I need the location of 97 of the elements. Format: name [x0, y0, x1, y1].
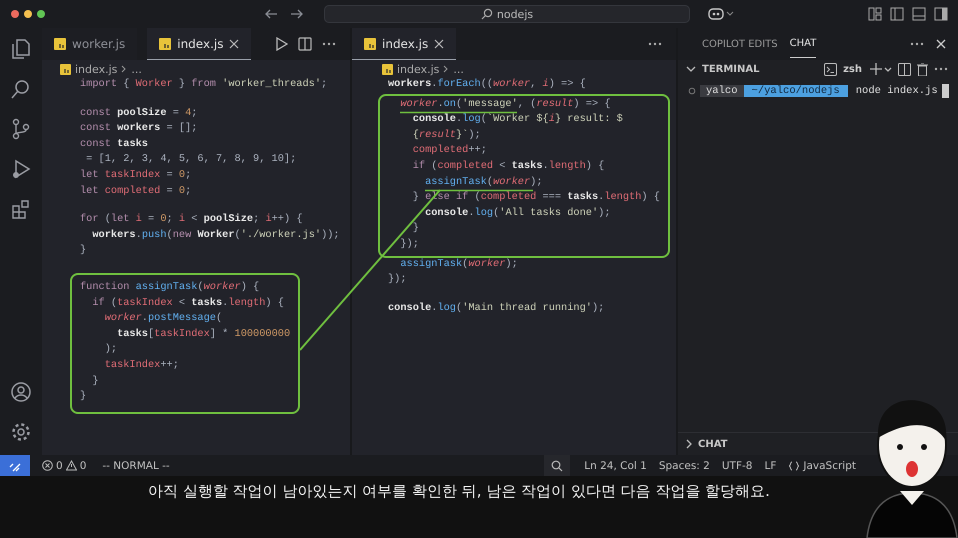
close-icon[interactable] — [229, 38, 240, 48]
error-icon — [42, 460, 53, 471]
problems-status[interactable]: 0 0 — [42, 460, 86, 472]
javascript-file-icon — [382, 64, 393, 74]
chevron-icon — [443, 65, 450, 73]
panel-tab[interactable]: COPILOT EDITS — [702, 30, 778, 58]
section-title[interactable]: TERMINAL — [702, 64, 760, 74]
code-line: {result}`); — [412, 128, 481, 142]
status-item[interactable]: UTF-8 — [722, 460, 752, 472]
code-line: console.log('Main thread running'); — [388, 302, 604, 315]
close-icon[interactable] — [434, 38, 444, 48]
code-line: worker.postMessage( — [104, 312, 222, 326]
settings-icon[interactable] — [10, 421, 32, 443]
section-title[interactable]: CHAT — [698, 438, 728, 450]
editor-tab[interactable]: index.js — [352, 28, 456, 60]
code-line: completed++; — [412, 144, 487, 158]
code-line: if (taskIndex < tasks.length) { — [91, 296, 284, 310]
code-line: workers.push(new Worker('./worker.js')); — [91, 228, 340, 242]
code-line: taskIndex++; — [104, 358, 179, 372]
subtitle: 아직 실행할 작업이 남아있는지 여부를 확인한 뒤, 남은 작업이 있다면 다음 작업을 할당해요. — [148, 482, 770, 502]
warning-icon — [66, 460, 77, 471]
status-item[interactable]: LF — [764, 460, 776, 472]
code-line: } — [80, 244, 86, 258]
search-icon — [480, 8, 493, 20]
customize-layout-icon[interactable] — [868, 7, 882, 21]
javascript-file-icon — [159, 38, 172, 50]
breadcrumb-file[interactable]: index.js — [397, 62, 440, 76]
zoom-button[interactable] — [544, 455, 570, 476]
split-editor-icon[interactable] — [298, 37, 312, 51]
chevron-icon — [121, 65, 128, 73]
remote-button[interactable] — [0, 455, 30, 476]
code-line: }); — [399, 238, 419, 251]
code-line: let taskIndex = 0; — [80, 168, 192, 182]
code-line: assignTask(worker); — [399, 258, 518, 271]
terminal-command: node index.js — [856, 85, 938, 97]
magnifier-icon — [551, 460, 564, 472]
more-icon[interactable] — [648, 42, 662, 46]
search-field[interactable]: nodejs — [324, 5, 690, 23]
run-debug-icon[interactable] — [10, 158, 32, 180]
language-mode[interactable]: JavaScript — [788, 460, 856, 472]
code-line: } — [91, 374, 99, 388]
secondary-sidebar-icon[interactable] — [934, 7, 948, 21]
javascript-file-icon — [54, 38, 66, 50]
panel-toggle-icon[interactable] — [912, 7, 926, 21]
code-line: import { Worker } from 'worker_threads'; — [80, 78, 328, 91]
status-item[interactable]: Spaces: 2 — [658, 460, 710, 472]
back-arrow-icon[interactable] — [264, 8, 278, 20]
code-line: const tasks — [80, 138, 148, 151]
code-line: console.log('All tasks done'); — [424, 206, 610, 220]
status-item[interactable]: Ln 24, Col 1 — [584, 460, 647, 472]
code-line: assignTask(worker); — [424, 176, 542, 189]
javascript-file-icon — [60, 64, 71, 74]
more-icon[interactable] — [910, 42, 924, 46]
files-icon[interactable] — [10, 38, 32, 60]
panel-tab[interactable]: CHAT — [790, 30, 816, 58]
terminal-icon — [824, 62, 838, 76]
run-icon[interactable] — [274, 37, 288, 51]
shell-name[interactable]: zsh — [843, 64, 862, 74]
code-line: if (completed < tasks.length) { — [412, 160, 604, 173]
close-icon[interactable] — [936, 39, 946, 49]
braces-icon — [788, 460, 800, 470]
chevron-icon[interactable] — [686, 65, 696, 73]
prompt-user: yalco — [700, 85, 744, 97]
breadcrumb-item[interactable]: ... — [453, 62, 464, 76]
code-line: = [1, 2, 3, 4, 5, 6, 7, 8, 9, 10]; — [85, 153, 296, 166]
editor-tab[interactable]: index.js — [147, 28, 252, 60]
text-cursor — [942, 84, 949, 98]
code-line: ); — [104, 343, 118, 356]
code-line: }); — [388, 273, 407, 286]
split-terminal-icon[interactable] — [898, 62, 911, 76]
javascript-file-icon — [364, 38, 376, 50]
code-line: function assignTask(worker) { — [80, 280, 260, 294]
code-line: console.log(`Worker ${i} result: $ — [412, 113, 623, 126]
code-line: const workers = []; — [80, 122, 198, 136]
breadcrumb-item[interactable]: ... — [131, 62, 142, 76]
code-line: let completed = 0; — [80, 184, 192, 198]
code-line: for (let i = 0; i < poolSize; i++) { — [80, 213, 303, 226]
code-line: worker.on('message', (result) => { — [399, 98, 610, 111]
sidebar-toggle-icon[interactable] — [890, 7, 904, 21]
code-line: const poolSize = 4; — [80, 106, 198, 120]
more-icon[interactable] — [934, 67, 948, 71]
code-line: } — [412, 222, 419, 236]
code-line: } — [80, 390, 86, 404]
code-line: workers.forEach((worker, i) => { — [388, 78, 586, 91]
forward-arrow-icon[interactable] — [290, 8, 304, 20]
add-terminal-icon[interactable] — [870, 63, 892, 75]
copilot-icon[interactable] — [708, 7, 734, 21]
prompt-path: ~/yalco/nodejs — [744, 85, 848, 97]
vim-mode: -- NORMAL -- — [102, 460, 170, 472]
source-control-icon[interactable] — [10, 118, 32, 140]
breadcrumb-file[interactable]: index.js — [75, 62, 118, 76]
trash-icon[interactable] — [917, 62, 928, 76]
account-icon[interactable] — [10, 381, 32, 403]
prompt-circle-icon — [688, 87, 696, 95]
code-line: tasks[taskIndex] * 100000000 — [116, 328, 290, 341]
chevron-icon[interactable] — [684, 439, 694, 449]
more-icon[interactable] — [322, 42, 336, 46]
